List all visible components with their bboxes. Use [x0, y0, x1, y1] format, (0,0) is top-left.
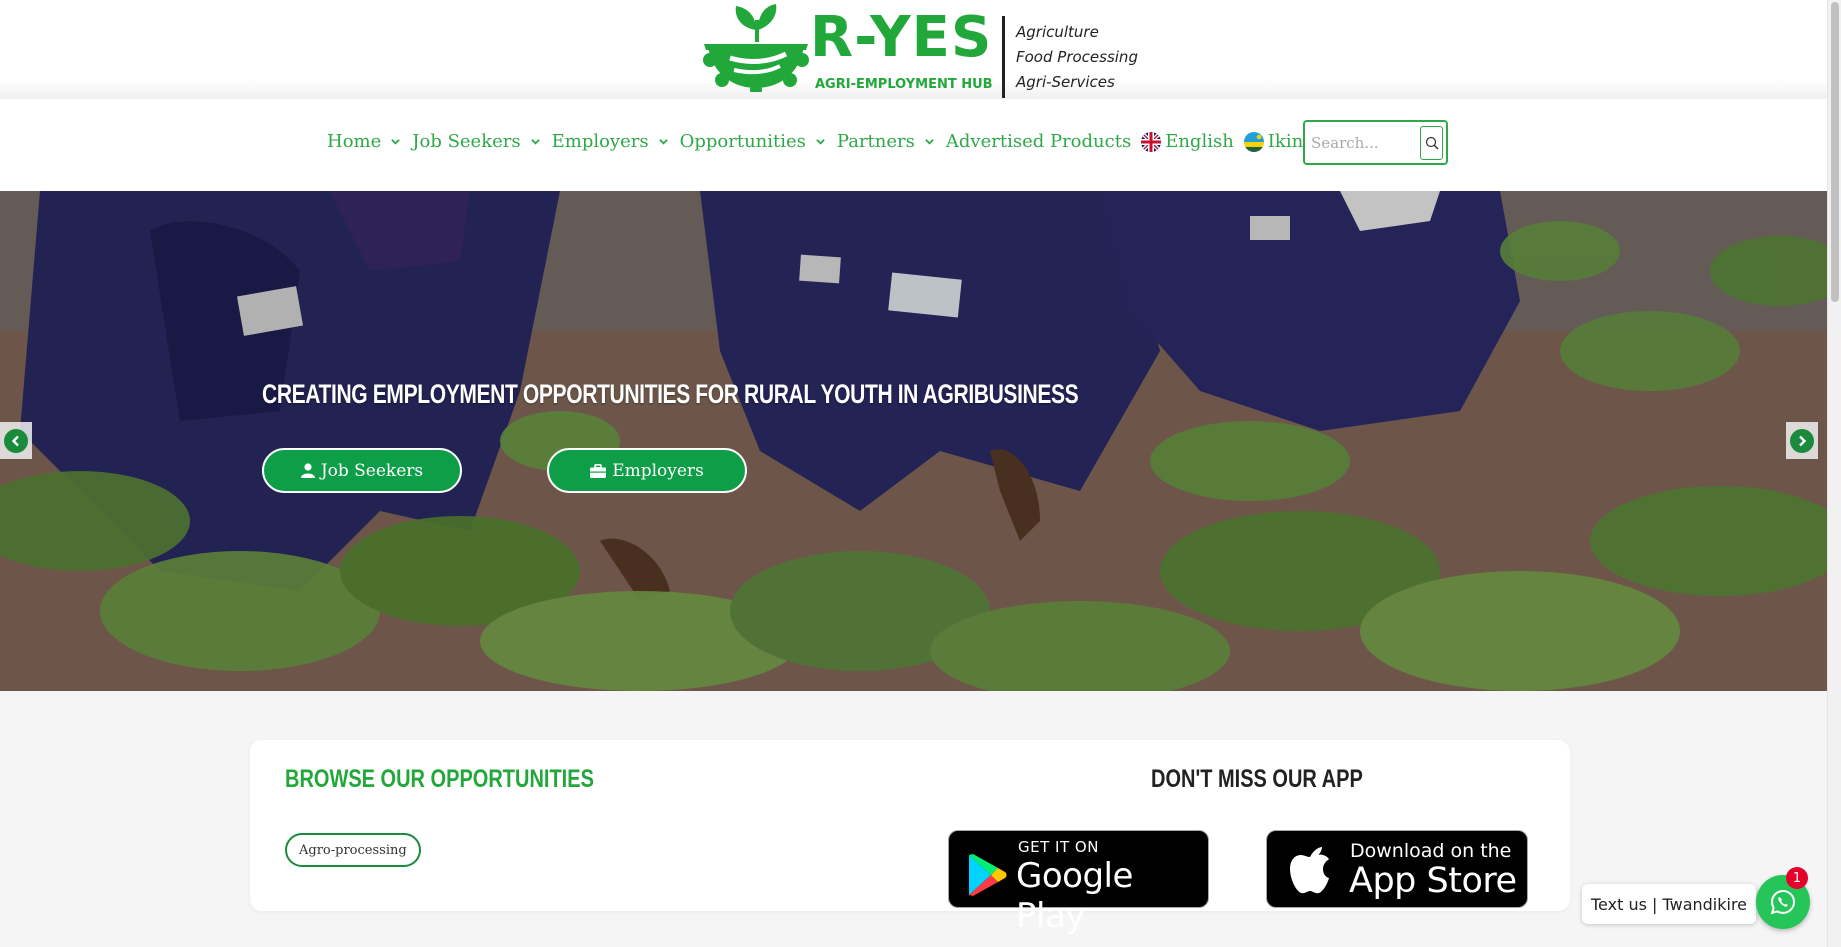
- tagline-line: Food Processing: [1016, 48, 1138, 66]
- slider-prev-button[interactable]: [0, 422, 32, 459]
- uk-flag-icon: [1141, 131, 1162, 152]
- logo-icon[interactable]: [700, 0, 812, 92]
- logo-divider: [1002, 16, 1005, 98]
- google-play-top-text: GET IT ON: [1018, 838, 1099, 856]
- button-label: Employers: [612, 460, 704, 481]
- nav-item-label: Employers: [551, 131, 649, 152]
- nav-item-opportunities[interactable]: Opportunities: [680, 131, 827, 152]
- hero-slider: CREATING EMPLOYMENT OPPORTUNITIES FOR RU…: [0, 191, 1827, 691]
- nav-item-home[interactable]: Home: [327, 131, 402, 152]
- whatsapp-icon: [1770, 889, 1796, 915]
- tag-agro-processing[interactable]: Agro-processing: [285, 833, 421, 867]
- notification-badge: 1: [1786, 867, 1808, 889]
- google-play-icon: [969, 854, 1007, 896]
- nav-item-label: Job Seekers: [412, 131, 521, 152]
- app-section-title: DON'T MISS OUR APP: [1151, 765, 1363, 793]
- opportunities-app-card: BROWSE OUR OPPORTUNITIES Agro-processing…: [250, 740, 1570, 936]
- search-icon: [1425, 136, 1438, 150]
- nav-item-job-seekers[interactable]: Job Seekers: [412, 131, 541, 152]
- app-store-top-text: Download on the: [1350, 840, 1512, 862]
- search-box: [1303, 120, 1448, 165]
- chevron-right-icon: [1790, 428, 1814, 453]
- nav-item-advertised-products[interactable]: Advertised Products: [946, 131, 1131, 152]
- hero-headline: CREATING EMPLOYMENT OPPORTUNITIES FOR RU…: [262, 379, 1079, 409]
- search-button[interactable]: [1420, 126, 1443, 160]
- page-scrollbar[interactable]: [1827, 0, 1841, 947]
- app-store-badge[interactable]: Download on the App Store: [1266, 830, 1528, 908]
- user-icon: [300, 463, 315, 478]
- chevron-down-icon: [816, 139, 825, 145]
- app-store-bottom-text: App Store: [1349, 861, 1517, 901]
- chevron-left-icon: [4, 428, 28, 453]
- briefcase-icon: [590, 463, 607, 478]
- button-label: Job Seekers: [320, 460, 424, 481]
- chevron-down-icon: [530, 139, 540, 145]
- chevron-down-icon: [925, 139, 934, 145]
- google-play-badge[interactable]: GET IT ON Google Play: [948, 830, 1209, 936]
- logo-subtitle: AGRI-EMPLOYMENT HUB: [815, 77, 993, 92]
- slider-next-button[interactable]: [1786, 422, 1818, 459]
- nav-item-employers[interactable]: Employers: [552, 131, 670, 152]
- tagline-line: Agriculture: [1016, 23, 1099, 41]
- apple-icon: [1290, 847, 1329, 894]
- nav-item-label: Home: [327, 131, 382, 152]
- language-label: English: [1165, 131, 1234, 152]
- hero-overlay: [0, 191, 1827, 691]
- nav-item-partners[interactable]: Partners: [837, 131, 936, 152]
- chevron-down-icon: [658, 139, 668, 145]
- tagline-line: Agri-Services: [1016, 73, 1115, 91]
- language-english[interactable]: English: [1141, 131, 1234, 152]
- google-play-bottom-text: Google Play: [1016, 856, 1133, 936]
- search-input[interactable]: [1311, 131, 1415, 155]
- logo-tagline: Agriculture Food Processing Agri-Service…: [1016, 20, 1138, 95]
- chevron-down-icon: [391, 139, 401, 145]
- nav-item-label: Opportunities: [679, 131, 806, 152]
- nav-item-label: Advertised Products: [945, 131, 1132, 152]
- browse-opportunities-title: BROWSE OUR OPPORTUNITIES: [285, 765, 594, 793]
- main-navbar: Home Job Seekers Employers Opportunities…: [0, 99, 1827, 191]
- scrollbar-thumb[interactable]: [1831, 2, 1839, 302]
- employers-button[interactable]: Employers: [547, 448, 747, 493]
- nav-menu: Home Job Seekers Employers Opportunities…: [327, 131, 1403, 152]
- nav-item-label: Partners: [836, 131, 915, 152]
- logo-band: R-YES AGRI-EMPLOYMENT HUB Agriculture Fo…: [0, 0, 1827, 99]
- chat-label[interactable]: Text us | Twandikire: [1582, 884, 1757, 924]
- logo-name[interactable]: R-YES: [810, 10, 992, 66]
- job-seekers-button[interactable]: Job Seekers: [262, 448, 462, 493]
- rwanda-flag-icon: [1243, 131, 1264, 152]
